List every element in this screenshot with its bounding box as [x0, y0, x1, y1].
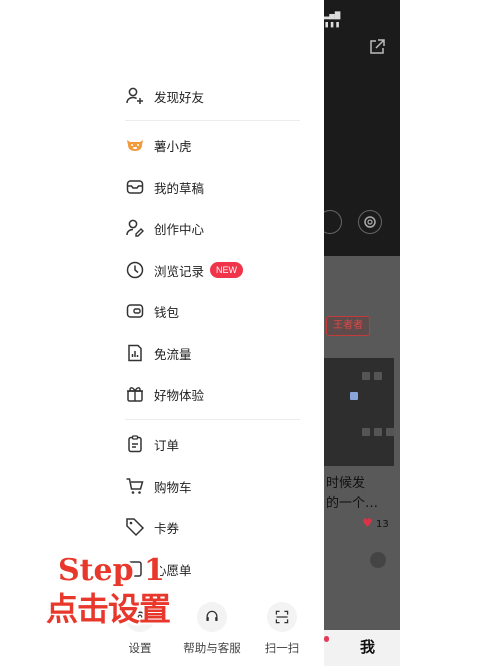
divider [125, 419, 300, 420]
settings-button[interactable]: 设置 [100, 602, 180, 656]
notification-dot [324, 636, 329, 642]
headset-icon [197, 602, 227, 632]
drawer-bottom-bar: 设置 帮助与客服 扫一扫 [100, 596, 324, 666]
gear-icon [364, 216, 376, 228]
signal-icon: ▂▄▆ [324, 10, 341, 20]
divider [125, 120, 300, 121]
menu-item-label: 浏览记录 [154, 263, 205, 279]
background-likes: ♥ 13 [362, 516, 389, 530]
background-app: ▂▄▆ ▮▮▮ 王者者 时候发 的一个… ♥ 13 我 [324, 0, 400, 666]
tiger-icon [125, 135, 145, 155]
menu-item-label: 免流量 [154, 346, 192, 362]
cart-icon [125, 476, 145, 496]
background-tag: 王者者 [326, 316, 370, 336]
data-chart-icon [125, 343, 145, 363]
menu-item-label: 薯小虎 [154, 138, 192, 154]
menu-item-label: 心愿单 [154, 562, 192, 578]
clock-icon [125, 260, 145, 280]
add-user-icon [125, 86, 145, 106]
scan-label: 扫一扫 [264, 641, 300, 655]
menu-item-cart[interactable]: 购物车 [125, 473, 192, 499]
menu-item-label: 发现好友 [154, 89, 205, 105]
new-badge: NEW [210, 262, 244, 278]
background-gear-button [358, 210, 382, 234]
share-icon [370, 39, 385, 54]
menu-item-wallet[interactable]: 钱包 [125, 298, 179, 324]
help-button[interactable]: 帮助与客服 [172, 602, 252, 656]
play-icon [370, 552, 386, 568]
creator-user-icon [125, 218, 145, 238]
menu-item-discover-friends[interactable]: 发现好友 [125, 83, 204, 109]
menu-item-tiger[interactable]: 薯小虎 [125, 132, 192, 158]
heart-icon: ♥ [362, 516, 373, 530]
menu-item-label: 创作中心 [154, 221, 205, 237]
help-label: 帮助与客服 [183, 641, 241, 655]
wishlist-icon [125, 559, 145, 579]
menu-item-label: 我的草稿 [154, 180, 205, 196]
menu-item-wishlist[interactable]: 心愿单 [125, 556, 192, 582]
clipboard-icon [125, 434, 145, 454]
menu-item-coupons[interactable]: 卡券 [125, 514, 179, 540]
menu-item-drafts[interactable]: 我的草稿 [125, 174, 204, 200]
menu-item-good-trial[interactable]: 好物体验 [125, 381, 204, 407]
gift-icon [125, 384, 145, 404]
background-post-title-2: 的一个… [326, 496, 379, 511]
ticket-icon [125, 517, 145, 537]
inbox-icon [125, 177, 145, 197]
battery-icon: ▮▮▮ [324, 20, 341, 30]
settings-label: 设置 [128, 641, 152, 655]
likes-count: 13 [375, 519, 389, 530]
menu-item-label: 订单 [154, 437, 180, 453]
background-post-title-1: 时候发 [326, 476, 366, 491]
scan-button[interactable]: 扫一扫 [242, 602, 322, 656]
right-margin [400, 0, 500, 666]
left-margin [0, 0, 100, 666]
menu-item-free-data[interactable]: 免流量 [125, 340, 192, 366]
tab-me: 我 [360, 638, 376, 656]
menu-item-history[interactable]: 浏览记录 NEW [125, 257, 244, 283]
background-pill-button [324, 210, 342, 234]
menu-item-orders[interactable]: 订单 [125, 431, 179, 457]
scan-icon [267, 602, 297, 632]
gear-icon [125, 602, 155, 632]
status-bar: ▂▄▆ ▮▮▮ [324, 10, 360, 30]
menu-item-label: 钱包 [154, 304, 180, 320]
background-thumbnail [324, 358, 394, 466]
menu-item-label: 好物体验 [154, 387, 205, 403]
menu-item-label: 购物车 [154, 479, 192, 495]
menu-item-label: 卡券 [154, 520, 180, 536]
wallet-icon [125, 301, 145, 321]
menu-item-creator-center[interactable]: 创作中心 [125, 215, 204, 241]
